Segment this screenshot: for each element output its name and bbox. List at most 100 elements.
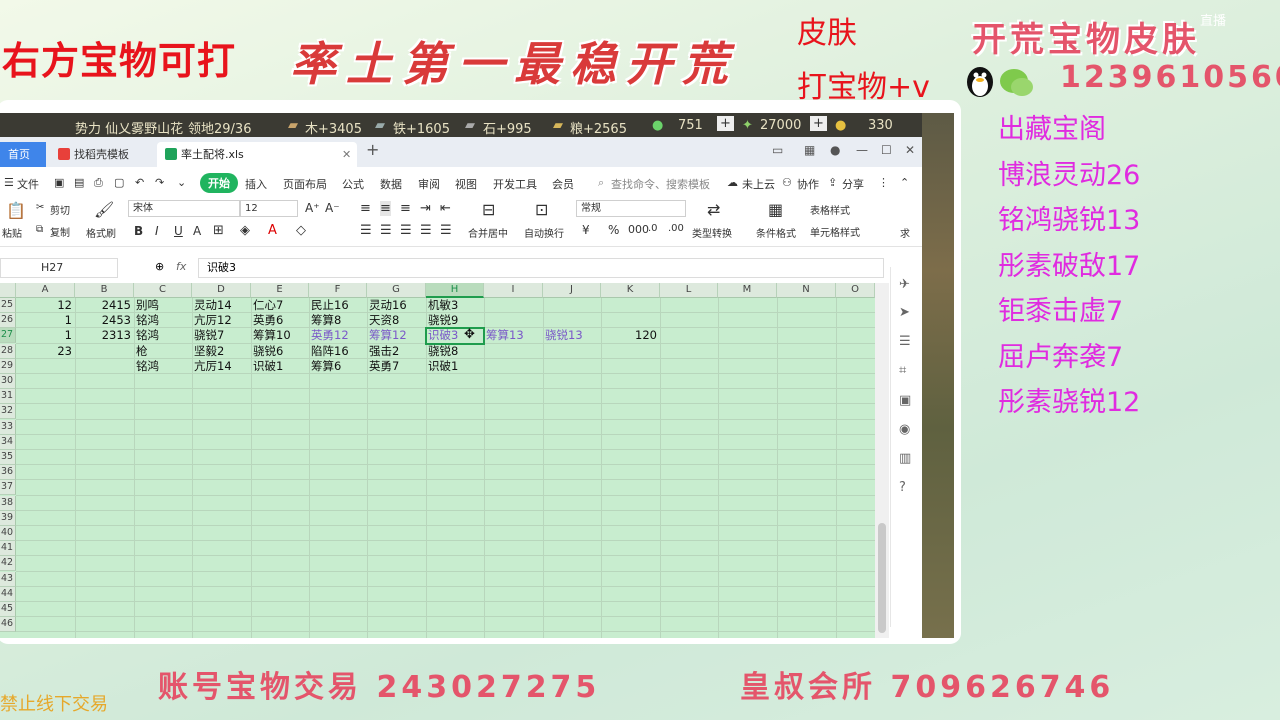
cell[interactable]: 天资8 xyxy=(369,313,425,328)
sum-button[interactable]: 求 xyxy=(900,225,910,240)
cell[interactable]: 筹算12 xyxy=(369,328,425,343)
cond-format-button[interactable]: 条件格式 xyxy=(756,225,796,240)
close-window-icon[interactable]: ✕ xyxy=(905,143,915,157)
currency-icon[interactable]: ¥ xyxy=(582,223,590,237)
font-grow-icon[interactable]: A⁺ xyxy=(305,201,320,215)
cell-grid[interactable]: A B C D E F G H I J K L M N O 25 26 27 28 29 30 31 32 33 34 35 36 3… xyxy=(0,283,875,638)
cell[interactable]: 民止16 xyxy=(311,298,366,313)
cell[interactable]: 强击2 xyxy=(369,344,425,359)
row-header[interactable]: 30 xyxy=(0,374,16,389)
cell[interactable]: 英勇12 xyxy=(311,328,366,343)
cell[interactable]: 亢厉14 xyxy=(194,359,250,374)
cell[interactable]: 识破1 xyxy=(253,359,308,374)
cell[interactable]: 亢厉12 xyxy=(194,313,250,328)
menu-data[interactable]: 数据 xyxy=(380,176,402,192)
row-header[interactable]: 38 xyxy=(0,495,16,511)
number-format-select[interactable]: 常规 xyxy=(576,200,686,217)
column-header[interactable]: A xyxy=(16,283,75,298)
cell[interactable]: 仁心7 xyxy=(253,298,308,313)
indent-icon[interactable]: ⇥ xyxy=(420,201,431,216)
cell[interactable]: 铭鸿 xyxy=(136,328,191,343)
column-header[interactable]: J xyxy=(543,283,601,298)
thousands-icon[interactable]: 000 xyxy=(628,223,649,236)
column-header[interactable]: H xyxy=(426,283,484,298)
format-painter-button[interactable]: 格式刷 xyxy=(86,225,116,240)
wrap-button[interactable]: 自动换行 xyxy=(524,225,564,240)
column-header[interactable]: E xyxy=(251,283,309,298)
cell[interactable]: 坚毅2 xyxy=(194,344,250,359)
redo-icon[interactable]: ↷ xyxy=(155,176,164,189)
crop-icon[interactable]: ⌗ xyxy=(899,363,906,378)
fx-icon[interactable]: fx xyxy=(176,260,186,273)
cell[interactable]: 铭鸿 xyxy=(136,359,191,374)
type-convert-button[interactable]: 类型转换 xyxy=(692,225,732,240)
fill-color-icon[interactable]: ◈ xyxy=(240,223,250,238)
pointer-icon[interactable]: ➤ xyxy=(899,305,910,320)
cell[interactable]: 2453 xyxy=(75,313,131,328)
cell[interactable]: 2313 xyxy=(75,328,131,343)
row-header[interactable]: 39 xyxy=(0,510,16,526)
image-icon[interactable]: ▣ xyxy=(899,393,911,408)
help-icon[interactable]: ? xyxy=(899,480,906,495)
preview-icon[interactable]: ▢ xyxy=(114,176,124,189)
scroll-thumb[interactable] xyxy=(878,523,886,633)
cell[interactable]: 23 xyxy=(16,344,72,359)
column-header[interactable]: B xyxy=(75,283,134,298)
dec-decimal-icon[interactable]: .00 xyxy=(668,223,684,234)
row-header[interactable]: 46 xyxy=(0,617,16,633)
column-header[interactable]: F xyxy=(309,283,367,298)
row-header[interactable]: 33 xyxy=(0,419,16,435)
cell[interactable]: 筹算6 xyxy=(311,359,366,374)
menu-icon[interactable]: ☰ xyxy=(4,176,14,189)
row-header[interactable]: 26 xyxy=(0,313,16,329)
cell[interactable]: 骁锐7 xyxy=(194,328,250,343)
location-icon[interactable]: ◉ xyxy=(899,422,910,437)
vertical-scrollbar[interactable] xyxy=(875,283,889,638)
cell[interactable]: 120 xyxy=(601,328,657,343)
cell[interactable]: 1 xyxy=(16,328,72,343)
menu-view[interactable]: 视图 xyxy=(455,176,477,192)
row-header[interactable]: 42 xyxy=(0,556,16,572)
column-header[interactable]: K xyxy=(601,283,660,298)
cell[interactable]: 枪 xyxy=(136,344,191,359)
underline-icon[interactable]: U xyxy=(174,224,183,238)
export-icon[interactable]: ▤ xyxy=(74,176,84,189)
add-gem-button[interactable]: + xyxy=(810,116,827,131)
cell[interactable]: 筹算10 xyxy=(253,328,308,343)
print-icon[interactable]: ⎙ xyxy=(94,176,103,190)
row-header[interactable]: 27 xyxy=(0,328,16,344)
tab-file[interactable]: 率土配将.xls ✕ xyxy=(157,142,357,167)
cell[interactable]: 识破1 xyxy=(428,359,483,374)
align-right-icon[interactable]: ☰ xyxy=(400,223,412,238)
grid-view-icon[interactable]: ▦ xyxy=(804,143,815,157)
cell[interactable]: 骁锐8 xyxy=(428,344,483,359)
italic-icon[interactable]: I xyxy=(155,224,159,238)
cell[interactable]: 骁锐9 xyxy=(428,313,483,328)
select-all-corner[interactable] xyxy=(0,283,16,298)
close-tab-icon[interactable]: ✕ xyxy=(342,142,351,167)
table-style-button[interactable]: 表格样式 xyxy=(810,202,850,217)
font-shrink-icon[interactable]: A⁻ xyxy=(325,201,340,215)
percent-icon[interactable]: % xyxy=(608,223,619,237)
outdent-icon[interactable]: ⇤ xyxy=(440,201,451,216)
column-header[interactable]: M xyxy=(718,283,777,298)
menu-file[interactable]: 文件 xyxy=(17,176,39,192)
share-button[interactable]: 分享 xyxy=(842,176,864,192)
row-header[interactable]: 29 xyxy=(0,358,16,374)
row-header[interactable]: 34 xyxy=(0,434,16,450)
align-bottom-icon[interactable]: ≡ xyxy=(400,201,411,216)
row-header[interactable]: 44 xyxy=(0,586,16,602)
collab-button[interactable]: 协作 xyxy=(797,176,819,192)
distribute-icon[interactable]: ☰ xyxy=(440,223,452,238)
menu-insert[interactable]: 插入 xyxy=(245,176,267,192)
cell[interactable]: 灵动16 xyxy=(369,298,425,313)
row-header[interactable]: 35 xyxy=(0,450,16,465)
collapse-icon[interactable]: ⌃ xyxy=(900,176,909,189)
cell[interactable]: 筹算8 xyxy=(311,313,366,328)
cell-style-button[interactable]: 单元格样式 xyxy=(810,224,860,239)
merge-button[interactable]: 合并居中 xyxy=(468,225,508,240)
cloud-status[interactable]: 未上云 xyxy=(742,176,775,192)
align-center-icon[interactable]: ☰ xyxy=(380,223,392,238)
column-header[interactable]: L xyxy=(660,283,718,298)
cell[interactable]: 英勇7 xyxy=(369,359,425,374)
